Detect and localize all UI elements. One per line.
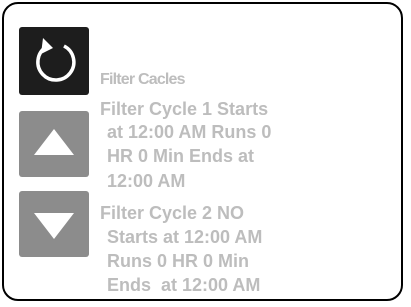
info-line: Filter Cycle 2 NO	[100, 203, 245, 223]
info-line: Runs 0 HR 0 Min	[102, 251, 250, 271]
up-arrow-icon	[34, 129, 74, 155]
info-line: Ends at 12:00 AM	[102, 275, 261, 295]
screen-title: Filter Cacles	[100, 71, 186, 88]
info-line: 12:00 AM	[102, 171, 186, 191]
control-panel-screen: Filter Cacles Filter Cycle 1 Starts at 1…	[2, 2, 403, 301]
up-button[interactable]	[19, 111, 89, 177]
info-line: Filter Cycle 1 Starts	[100, 99, 269, 119]
down-button[interactable]	[19, 191, 89, 257]
info-line: HR 0 Min Ends at	[102, 146, 255, 166]
back-button[interactable]	[19, 27, 89, 95]
back-icon	[36, 38, 76, 82]
down-arrow-icon	[34, 213, 74, 239]
info-line: at 12:00 AM Runs 0	[102, 122, 272, 142]
info-line: Starts at 12:00 AM	[102, 227, 263, 247]
